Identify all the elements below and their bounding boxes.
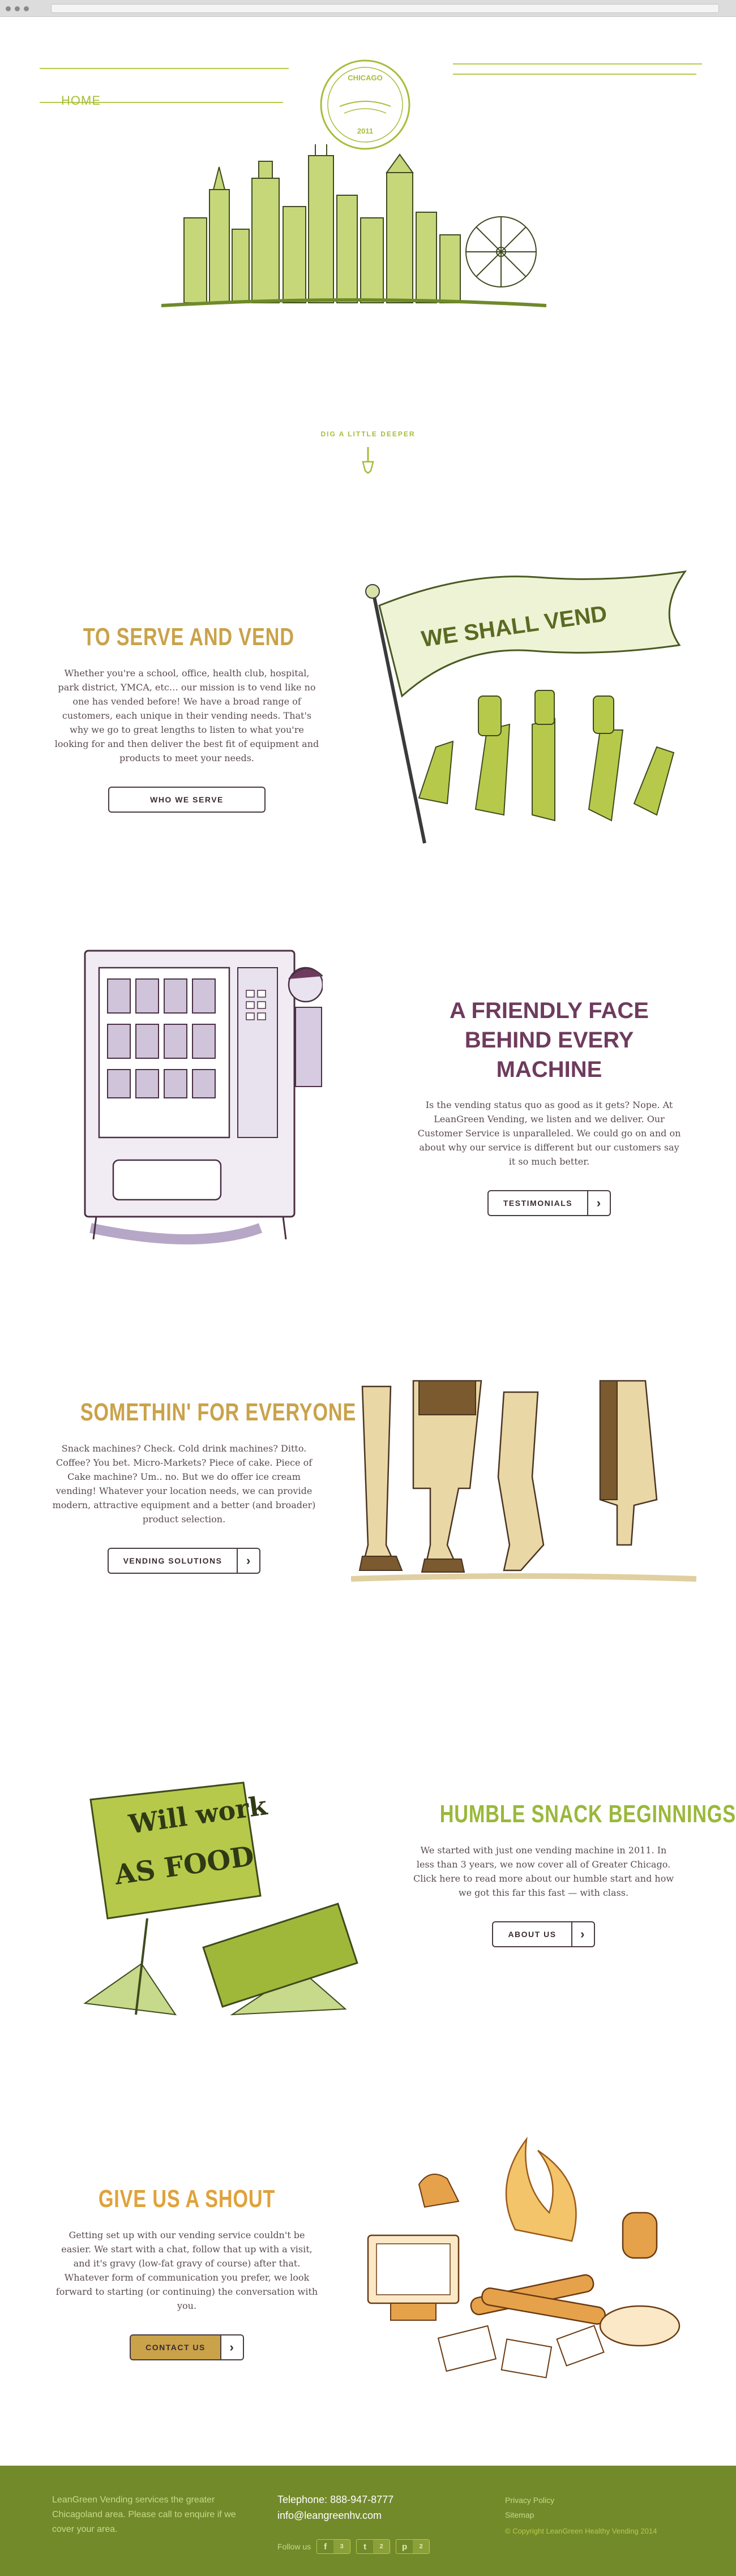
pinterest-count: 2 xyxy=(413,2540,430,2553)
section-body: Snack machines? Check. Cold drink machin… xyxy=(52,1442,316,1525)
button-label: VENDING SOLUTIONS xyxy=(123,1556,222,1565)
twitter-icon: t xyxy=(363,2541,367,2552)
vending-machine-illustration xyxy=(84,950,323,1244)
humble-text-block: HUMBLE SNACK BEGINNINGS We started with … xyxy=(410,1800,736,1947)
facebook-icon: f xyxy=(324,2541,327,2552)
section-title: HUMBLE SNACK BEGINNINGS xyxy=(439,1800,736,1828)
nav-home-link[interactable]: HOME xyxy=(61,93,101,108)
section-body: Whether you're a school, office, health … xyxy=(54,667,319,763)
site-header: HOME CHICAGO 2011 xyxy=(0,17,736,311)
section-body: We started with just one vending machine… xyxy=(413,1844,674,1898)
everyone-text-block: SOMETHIN' FOR EVERYONE Snack machines? C… xyxy=(51,1398,357,1574)
header-divider xyxy=(453,74,696,75)
twitter-link[interactable]: t 2 xyxy=(356,2539,391,2554)
section-title: A FRIENDLY FACE BEHIND EVERY MACHINE xyxy=(450,998,649,1082)
chevron-right-icon: › xyxy=(571,1922,594,1946)
window-dot-icon[interactable] xyxy=(6,6,11,11)
vending-solutions-button[interactable]: VENDING SOLUTIONS › xyxy=(107,1547,261,1574)
section-body: Getting set up with our vending service … xyxy=(55,2229,318,2311)
footer-links: Privacy Policy Sitemap xyxy=(505,2493,554,2522)
header-divider xyxy=(453,63,702,65)
window-dot-icon[interactable] xyxy=(15,6,20,11)
will-work-for-food-illustration: Will work AS FOOD xyxy=(83,1781,358,2016)
button-label: CONTACT US xyxy=(146,2342,206,2352)
pinterest-link[interactable]: p 2 xyxy=(396,2539,430,2554)
button-label: TESTIMONIALS xyxy=(503,1199,573,1208)
button-label: ABOUT US xyxy=(508,1929,557,1939)
flag-banner-illustration: WE SHALL VEND xyxy=(365,570,687,844)
serve-text-block: TO SERVE AND VEND Whether you're a schoo… xyxy=(54,622,320,813)
footer-email-link[interactable]: info@leangreenhv.com xyxy=(277,2508,393,2523)
follow-label: Follow us xyxy=(277,2542,311,2551)
testimonials-button[interactable]: TESTIMONIALS › xyxy=(487,1190,611,1216)
browser-chrome xyxy=(0,0,736,17)
seal-top-text: CHICAGO xyxy=(348,74,382,82)
section-title: SOMETHIN' FOR EVERYONE xyxy=(80,1398,357,1426)
button-label: WHO WE SERVE xyxy=(150,795,224,804)
footer-telephone[interactable]: Telephone: 888-947-8777 xyxy=(277,2492,393,2508)
chevron-right-icon: › xyxy=(237,1548,259,1573)
dig-deeper-prompt: DIG A LITTLE DEEPER xyxy=(0,430,736,474)
campfire-communications-illustration xyxy=(367,2136,681,2378)
footer-contact: Telephone: 888-947-8777 info@leangreenhv… xyxy=(277,2492,393,2523)
twitter-count: 2 xyxy=(373,2540,390,2553)
section-body: Is the vending status quo as good as it … xyxy=(417,1100,681,1167)
pinterest-icon: p xyxy=(402,2541,408,2552)
privacy-policy-link[interactable]: Privacy Policy xyxy=(505,2493,554,2508)
site-footer: LeanGreen Vending services the greater C… xyxy=(0,2466,736,2576)
who-we-serve-button[interactable]: WHO WE SERVE xyxy=(108,786,266,813)
logo-seal[interactable]: CHICAGO 2011 xyxy=(317,57,413,153)
shovel-icon[interactable] xyxy=(360,446,376,474)
footer-follow: Follow us f 3 t 2 p 2 xyxy=(277,2539,430,2554)
sitemap-link[interactable]: Sitemap xyxy=(505,2508,554,2522)
about-us-button[interactable]: ABOUT US › xyxy=(492,1921,595,1947)
footer-service-note: LeanGreen Vending services the greater C… xyxy=(52,2495,236,2534)
dig-deeper-label: DIG A LITTLE DEEPER xyxy=(320,430,416,438)
chevron-right-icon: › xyxy=(587,1191,610,1215)
chicago-skyline-illustration xyxy=(161,144,546,307)
section-title: GIVE US A SHOUT xyxy=(98,2185,276,2213)
seal-year: 2011 xyxy=(357,127,373,135)
chevron-right-icon: › xyxy=(220,2335,243,2359)
address-bar[interactable] xyxy=(51,4,719,13)
header-divider xyxy=(40,68,289,69)
friendly-face-text-block: A FRIENDLY FACE BEHIND EVERY MACHINE Is … xyxy=(416,996,682,1216)
facebook-link[interactable]: f 3 xyxy=(316,2539,351,2554)
footer-copyright: © Copyright LeanGreen Healthy Vending 20… xyxy=(505,2527,657,2535)
window-dot-icon[interactable] xyxy=(24,6,29,11)
contact-us-button[interactable]: CONTACT US › xyxy=(130,2334,244,2360)
section-title: TO SERVE AND VEND xyxy=(83,623,294,651)
shout-text-block: GIVE US A SHOUT Getting set up with our … xyxy=(54,2184,320,2360)
legs-illustration xyxy=(351,1380,696,1582)
facebook-count: 3 xyxy=(333,2540,350,2553)
